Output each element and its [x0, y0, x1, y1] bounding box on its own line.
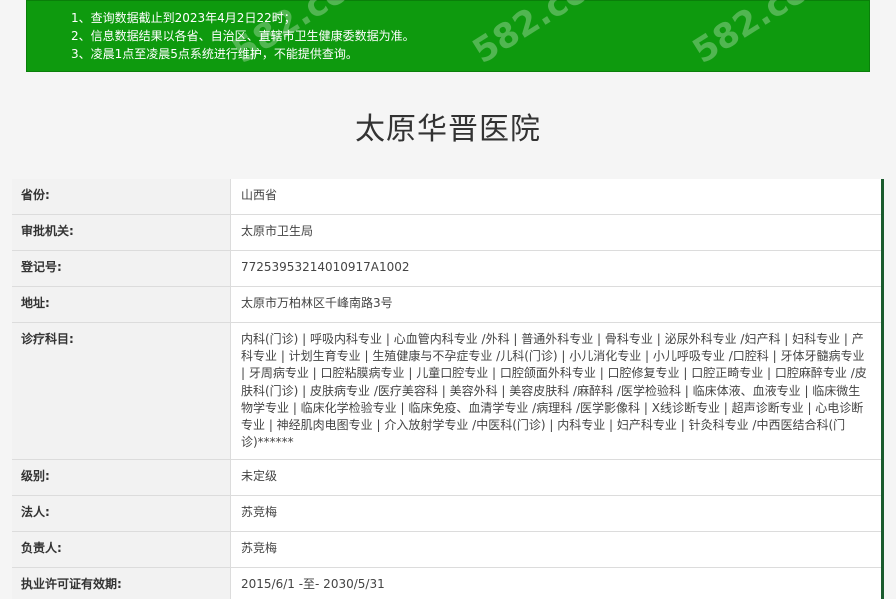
field-label: 登记号: — [12, 250, 231, 287]
notice-banner: 1、查询数据截止到2023年4月2日22时； 2、信息数据结果以各省、自治区、直… — [26, 0, 870, 72]
field-label: 地址: — [12, 286, 231, 323]
field-label: 法人: — [12, 495, 231, 532]
notice-line-2: 2、信息数据结果以各省、自治区、直辖市卫生健康委数据为准。 — [71, 29, 415, 43]
notice-line-3: 3、凌晨1点至凌晨5点系统进行维护，不能提供查询。 — [71, 47, 358, 61]
field-label: 省份: — [12, 179, 231, 215]
hospital-info-table: 省份: 山西省 审批机关: 太原市卫生局 登记号: 77253953214010… — [12, 179, 884, 599]
field-value: 未定级 — [230, 459, 884, 496]
field-label: 审批机关: — [12, 214, 231, 251]
table-row-address: 地址: 太原市万柏林区千峰南路3号 — [12, 286, 884, 323]
table-row-departments: 诊疗科目: 内科(门诊) | 呼吸内科专业 | 心血管内科专业 /外科 | 普通… — [12, 321, 884, 460]
table-row-level: 级别: 未定级 — [12, 459, 884, 496]
notice-line-1: 1、查询数据截止到2023年4月2日22时； — [71, 11, 296, 25]
table-row-license-validity: 执业许可证有效期: 2015/6/1 -至- 2030/5/31 — [12, 567, 884, 599]
field-value: 太原市卫生局 — [230, 214, 884, 251]
page: 1、查询数据截止到2023年4月2日22时； 2、信息数据结果以各省、自治区、直… — [0, 0, 896, 599]
table-row-person-in-charge: 负责人: 苏竞梅 — [12, 531, 884, 568]
field-value: 内科(门诊) | 呼吸内科专业 | 心血管内科专业 /外科 | 普通外科专业 |… — [230, 321, 884, 460]
field-value: 山西省 — [230, 179, 884, 215]
field-label: 执业许可证有效期: — [12, 567, 231, 599]
table-row-registration-number: 登记号: 77253953214010917A1002 — [12, 250, 884, 287]
field-value: 太原市万柏林区千峰南路3号 — [230, 286, 884, 323]
table-row-legal-person: 法人: 苏竞梅 — [12, 495, 884, 532]
table-row-province: 省份: 山西省 — [12, 179, 884, 215]
field-value: 2015/6/1 -至- 2030/5/31 — [230, 567, 884, 599]
field-value: 苏竞梅 — [230, 531, 884, 568]
field-value: 苏竞梅 — [230, 495, 884, 532]
field-label: 级别: — [12, 459, 231, 496]
field-value: 77253953214010917A1002 — [230, 250, 884, 287]
field-label: 诊疗科目: — [12, 321, 231, 460]
field-label: 负责人: — [12, 531, 231, 568]
page-title: 太原华晋医院 — [355, 112, 541, 147]
table-row-approval-authority: 审批机关: 太原市卫生局 — [12, 214, 884, 251]
